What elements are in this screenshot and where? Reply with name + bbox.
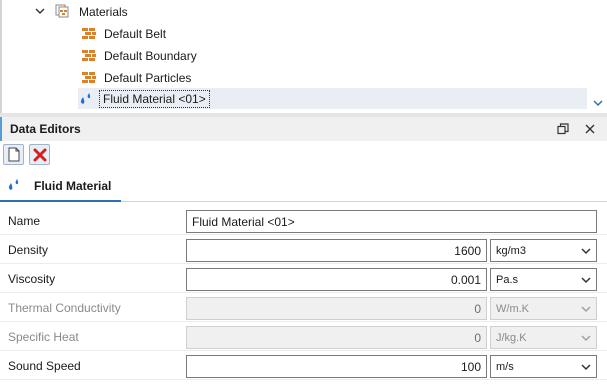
- sound-speed-unit-select[interactable]: m/s: [490, 355, 597, 378]
- field-label: Viscosity: [8, 272, 56, 286]
- close-icon[interactable]: [584, 123, 596, 135]
- field-label: Specific Heat: [8, 330, 79, 344]
- form-row-sound-speed: Sound Speed m/s: [0, 351, 607, 380]
- fluid-drops-icon: [80, 92, 91, 104]
- unit-value: J/kg.K: [496, 332, 527, 344]
- tree-item-label: Default Particles: [104, 70, 192, 85]
- tree-node-label: Materials: [79, 4, 128, 19]
- name-field[interactable]: [186, 210, 597, 233]
- field-label: Name: [8, 214, 41, 228]
- form-row-thermal-conductivity: Thermal Conductivity W/m.K: [0, 293, 607, 322]
- field-label: Density: [8, 243, 49, 257]
- editor-toolbar: [0, 141, 607, 168]
- delete-button[interactable]: [29, 144, 50, 165]
- material-tree: Materials Default Belt Default Boundary …: [0, 0, 607, 113]
- new-document-button[interactable]: [3, 144, 24, 165]
- fluid-material-form: Name Density kg/m3 Viscosity Pa.s Therma…: [0, 202, 607, 386]
- density-unit-select[interactable]: kg/m3: [490, 239, 597, 262]
- field-label: Sound Speed: [8, 359, 81, 373]
- material-brick-icon: [82, 27, 96, 39]
- scroll-down-icon[interactable]: [593, 99, 603, 107]
- material-brick-icon: [82, 71, 96, 83]
- tab-label: Fluid Material: [34, 179, 112, 193]
- chevron-down-icon: [581, 335, 591, 342]
- tree-item-fluid-material[interactable]: Fluid Material <01>: [78, 88, 587, 109]
- tree-item-label: Default Belt: [104, 26, 167, 41]
- form-row-density: Density kg/m3: [0, 235, 607, 264]
- chevron-down-icon: [581, 277, 591, 284]
- restore-window-icon[interactable]: [557, 123, 569, 135]
- specific-heat-field: [186, 326, 487, 349]
- form-row-specific-heat: Specific Heat J/kg.K: [0, 322, 607, 351]
- chevron-down-icon: [581, 248, 591, 255]
- thermal-conductivity-unit-select: W/m.K: [490, 297, 597, 320]
- tab-fluid-material[interactable]: Fluid Material: [0, 168, 121, 202]
- editor-tabbar: Fluid Material: [0, 168, 607, 202]
- tree-item-default-boundary[interactable]: Default Boundary: [82, 45, 197, 66]
- tree-item-label: Default Boundary: [104, 48, 197, 63]
- sound-speed-field[interactable]: [186, 355, 487, 378]
- material-brick-icon: [82, 49, 96, 61]
- chevron-down-icon: [581, 306, 591, 313]
- data-editors-header: Data Editors: [0, 117, 607, 141]
- unit-value: W/m.K: [496, 303, 529, 315]
- delete-icon: [33, 148, 46, 161]
- unit-value: Pa.s: [496, 274, 519, 286]
- viscosity-field[interactable]: [186, 268, 487, 291]
- specific-heat-unit-select: J/kg.K: [490, 326, 597, 349]
- new-document-icon: [8, 147, 19, 162]
- form-row-name: Name: [0, 206, 607, 235]
- chevron-down-icon: [581, 364, 591, 371]
- panel-title: Data Editors: [10, 122, 81, 136]
- unit-value: m/s: [496, 361, 514, 373]
- materials-folder-icon: [55, 4, 69, 18]
- form-row-viscosity: Viscosity Pa.s: [0, 264, 607, 293]
- thermal-conductivity-field: [186, 297, 487, 320]
- density-field[interactable]: [186, 239, 487, 262]
- tree-item-label: Fluid Material <01>: [99, 89, 210, 108]
- fluid-drops-icon: [8, 179, 19, 190]
- tree-item-default-belt[interactable]: Default Belt: [82, 23, 166, 44]
- field-label: Thermal Conductivity: [8, 301, 121, 315]
- unit-value: kg/m3: [496, 245, 526, 257]
- tree-node-materials[interactable]: Materials: [79, 1, 128, 22]
- tree-item-default-particles[interactable]: Default Particles: [82, 67, 191, 88]
- viscosity-unit-select[interactable]: Pa.s: [490, 268, 597, 291]
- chevron-down-icon[interactable]: [34, 5, 46, 17]
